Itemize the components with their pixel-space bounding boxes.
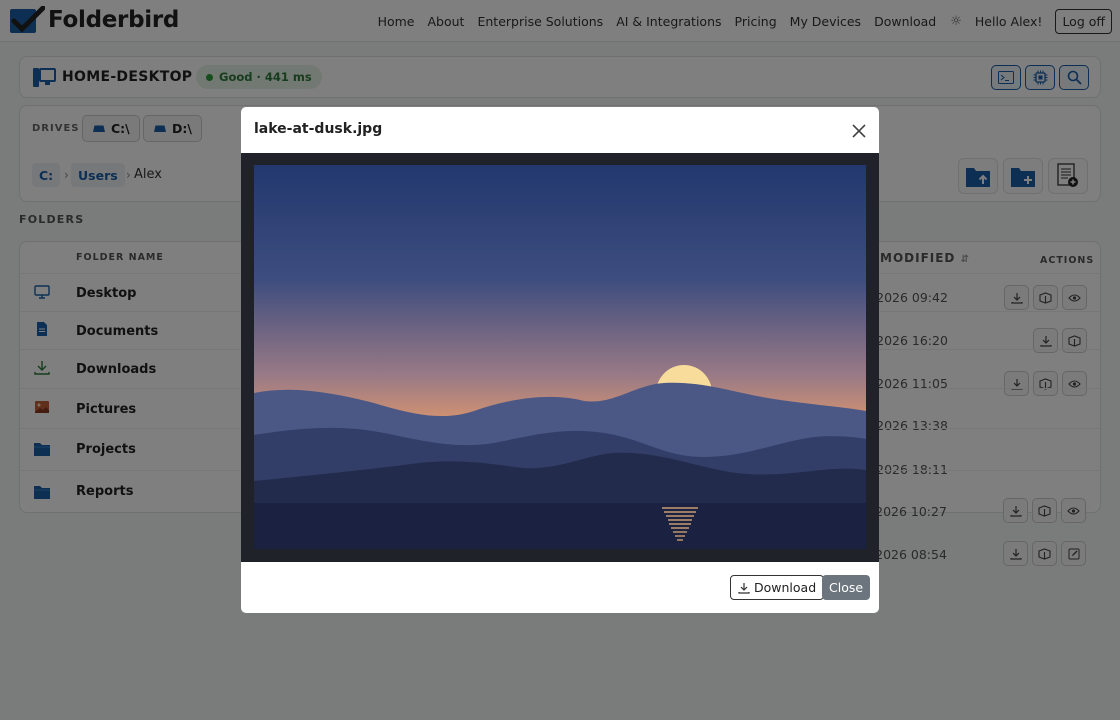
modal-footer: Download Close bbox=[241, 562, 879, 613]
modal-body bbox=[241, 153, 879, 562]
modal-close-label: Close bbox=[829, 580, 864, 595]
image-preview-modal: lake-at-dusk.jpg Download Close bbox=[241, 107, 879, 613]
close-icon bbox=[852, 124, 866, 138]
modal-download-button[interactable]: Download bbox=[730, 575, 825, 600]
modal-title: lake-at-dusk.jpg bbox=[254, 121, 383, 137]
modal-close-button[interactable] bbox=[848, 120, 870, 142]
download-icon bbox=[738, 582, 750, 594]
lake-at-dusk-image bbox=[254, 165, 866, 549]
modal-close-footer-button[interactable]: Close bbox=[822, 575, 871, 600]
modal-download-label: Download bbox=[754, 580, 817, 595]
